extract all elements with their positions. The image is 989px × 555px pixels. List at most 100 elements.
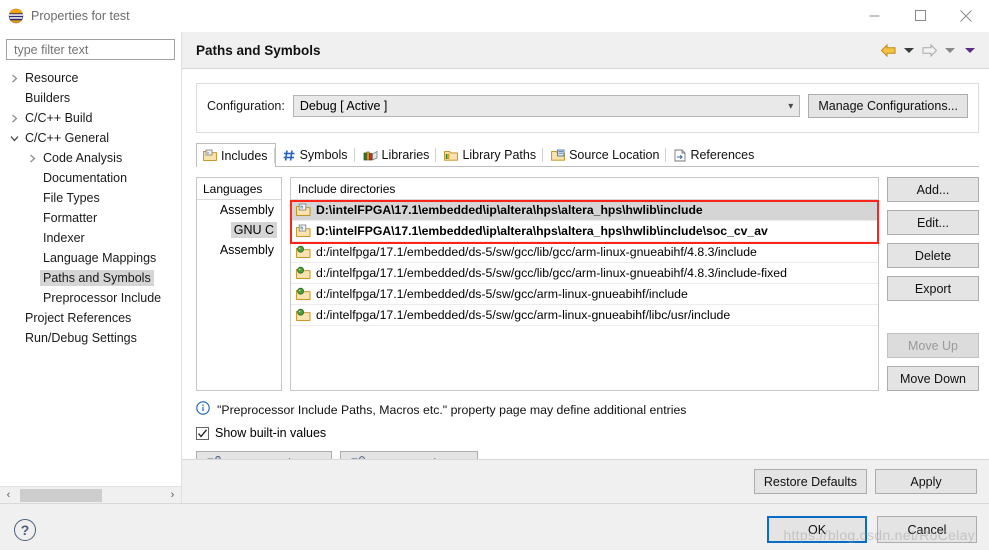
tab-label: Includes (221, 149, 268, 163)
settings-content-panel: Paths and Symbols (182, 32, 989, 503)
chevron-right-icon[interactable] (6, 114, 22, 123)
builtin-folder-icon (296, 245, 313, 259)
horizontal-scrollbar[interactable]: ‹ › (0, 486, 181, 503)
tab-libraries[interactable]: Libraries (356, 143, 438, 166)
sidebar-item-run-debug-settings[interactable]: Run/Debug Settings (0, 328, 181, 348)
configuration-select[interactable]: Debug [ Active ] ▾ (293, 95, 801, 117)
view-menu-caret-icon[interactable] (965, 48, 975, 53)
apply-bar: Restore Defaults Apply (182, 459, 989, 503)
sidebar-item-label: Indexer (40, 230, 88, 246)
chevron-right-icon[interactable] (24, 154, 40, 163)
tab-symbols[interactable]: Symbols (276, 143, 356, 166)
sidebar-item-label: Resource (22, 70, 82, 86)
include-directory-row[interactable]: d:/intelfpga/17.1/embedded/ds-5/sw/gcc/l… (291, 242, 878, 263)
move-down-button[interactable]: Move Down (887, 366, 979, 391)
sidebar-item-code-analysis[interactable]: Code Analysis (0, 148, 181, 168)
svg-text:h: h (207, 150, 209, 155)
scroll-right-arrow-icon[interactable]: › (164, 487, 181, 504)
back-button[interactable] (879, 43, 898, 58)
include-directories-rows[interactable]: hD:\intelFPGA\17.1\embedded\ip\altera\hp… (291, 200, 878, 390)
sidebar-item-label: Builders (22, 90, 73, 106)
ok-button[interactable]: OK (767, 516, 867, 543)
sidebar-item-resource[interactable]: Resource (0, 68, 181, 88)
chevron-down-icon[interactable] (6, 134, 22, 143)
includes-panel: Languages AssemblyGNU CAssembly Include … (196, 177, 979, 391)
chevron-down-icon: ▾ (788, 101, 793, 112)
maximize-button[interactable] (897, 0, 943, 31)
include-directory-row[interactable]: d:/intelfpga/17.1/embedded/ds-5/sw/gcc/a… (291, 305, 878, 326)
delete-button[interactable]: Delete (887, 243, 979, 268)
sidebar-item-label: Project References (22, 310, 134, 326)
restore-defaults-button[interactable]: Restore Defaults (754, 469, 867, 494)
sidebar-item-paths-and-symbols[interactable]: Paths and Symbols (0, 268, 181, 288)
languages-list[interactable]: Languages AssemblyGNU CAssembly (196, 177, 282, 391)
settings-tree[interactable]: Resource Builders C/C++ Build C/C++ General… (0, 64, 181, 486)
add-button[interactable]: Add... (887, 177, 979, 202)
window-controls (851, 0, 989, 31)
sidebar-item-c-c-general[interactable]: C/C++ General (0, 128, 181, 148)
export-button[interactable]: Export (887, 276, 979, 301)
sidebar-item-label: C/C++ Build (22, 110, 95, 126)
apply-button[interactable]: Apply (875, 469, 977, 494)
chevron-right-icon[interactable] (6, 74, 22, 83)
configuration-value: Debug [ Active ] (300, 99, 388, 113)
properties-dialog: Properties for test ResourceBuildersC/C+… (0, 0, 989, 555)
button-group-spacer (887, 309, 979, 325)
include-directory-row[interactable]: hD:\intelFPGA\17.1\embedded\ip\altera\hp… (291, 221, 878, 242)
hash-icon (283, 149, 296, 162)
include-directory-path: d:/intelfpga/17.1/embedded/ds-5/sw/gcc/l… (316, 245, 757, 259)
page-header: Paths and Symbols (182, 32, 989, 68)
manage-configurations-button[interactable]: Manage Configurations... (808, 94, 968, 118)
cancel-button[interactable]: Cancel (877, 516, 977, 543)
include-directories-list[interactable]: Include directories hD:\intelFPGA\17.1\e… (290, 177, 879, 391)
property-tabs[interactable]: h Includes SymbolsLibrariesLibrary PathsSo… (196, 143, 979, 167)
tab-source-location[interactable]: Source Location (544, 143, 667, 166)
include-action-buttons[interactable]: Add...Edit...DeleteExportMove UpMove Dow… (887, 177, 979, 391)
dialog-footer: ? OK Cancel https://blog.csdn.net/RoCela… (0, 503, 989, 555)
tab-references[interactable]: References (667, 143, 762, 166)
tab-includes[interactable]: h Includes (196, 143, 276, 167)
language-item-assembly[interactable]: Assembly (197, 240, 281, 260)
sidebar-item-formatter[interactable]: Formatter (0, 208, 181, 228)
sidebar-item-c-c-build[interactable]: C/C++ Build (0, 108, 181, 128)
filter-box[interactable] (6, 39, 175, 60)
tab-library-paths[interactable]: Library Paths (437, 143, 544, 166)
sidebar-item-preprocessor-include[interactable]: Preprocessor Include (0, 288, 181, 308)
sidebar-item-documentation[interactable]: Documentation (0, 168, 181, 188)
sidebar-item-file-types[interactable]: File Types (0, 188, 181, 208)
search-input[interactable] (12, 42, 169, 58)
configuration-row: Configuration: Debug [ Active ] ▾ Manage… (207, 94, 968, 118)
language-item-gnu-c[interactable]: GNU C (197, 220, 281, 240)
close-button[interactable] (943, 0, 989, 31)
builtin-folder-icon (296, 266, 313, 280)
footer-buttons: OK Cancel (767, 516, 977, 543)
forward-dropdown-caret-icon[interactable] (945, 48, 955, 53)
tab-divider (354, 148, 355, 162)
show-builtin-values-label: Show built-in values (215, 426, 326, 440)
edit-button[interactable]: Edit... (887, 210, 979, 235)
include-directory-row[interactable]: d:/intelfpga/17.1/embedded/ds-5/sw/gcc/l… (291, 263, 878, 284)
help-icon[interactable]: ? (14, 519, 36, 541)
language-item-assembly[interactable]: Assembly (197, 200, 281, 220)
sidebar-item-indexer[interactable]: Indexer (0, 228, 181, 248)
forward-button[interactable] (920, 43, 939, 58)
sidebar-item-builders[interactable]: Builders (0, 88, 181, 108)
tab-label: References (690, 148, 754, 162)
include-directory-row[interactable]: d:/intelfpga/17.1/embedded/ds-5/sw/gcc/a… (291, 284, 878, 305)
include-directories-header: Include directories (291, 178, 878, 200)
checkbox-box[interactable] (196, 427, 209, 440)
scroll-left-arrow-icon[interactable]: ‹ (0, 487, 17, 504)
configuration-label: Configuration: (207, 99, 285, 113)
sidebar-item-language-mappings[interactable]: Language Mappings (0, 248, 181, 268)
languages-items[interactable]: AssemblyGNU CAssembly (197, 200, 281, 260)
include-directory-row[interactable]: hD:\intelFPGA\17.1\embedded\ip\altera\hp… (291, 200, 878, 221)
show-builtin-values-checkbox[interactable]: Show built-in values (196, 426, 979, 440)
back-dropdown-caret-icon[interactable] (904, 48, 914, 53)
scrollbar-thumb[interactable] (20, 489, 102, 502)
includes-folder-icon: h (203, 149, 217, 162)
sidebar-item-project-references[interactable]: Project References (0, 308, 181, 328)
settings-navigation-panel: Resource Builders C/C++ Build C/C++ General… (0, 32, 181, 503)
minimize-button[interactable] (851, 0, 897, 31)
include-directory-path: d:/intelfpga/17.1/embedded/ds-5/sw/gcc/a… (316, 308, 730, 322)
include-directory-path: D:\intelFPGA\17.1\embedded\ip\altera\hps… (316, 203, 703, 217)
